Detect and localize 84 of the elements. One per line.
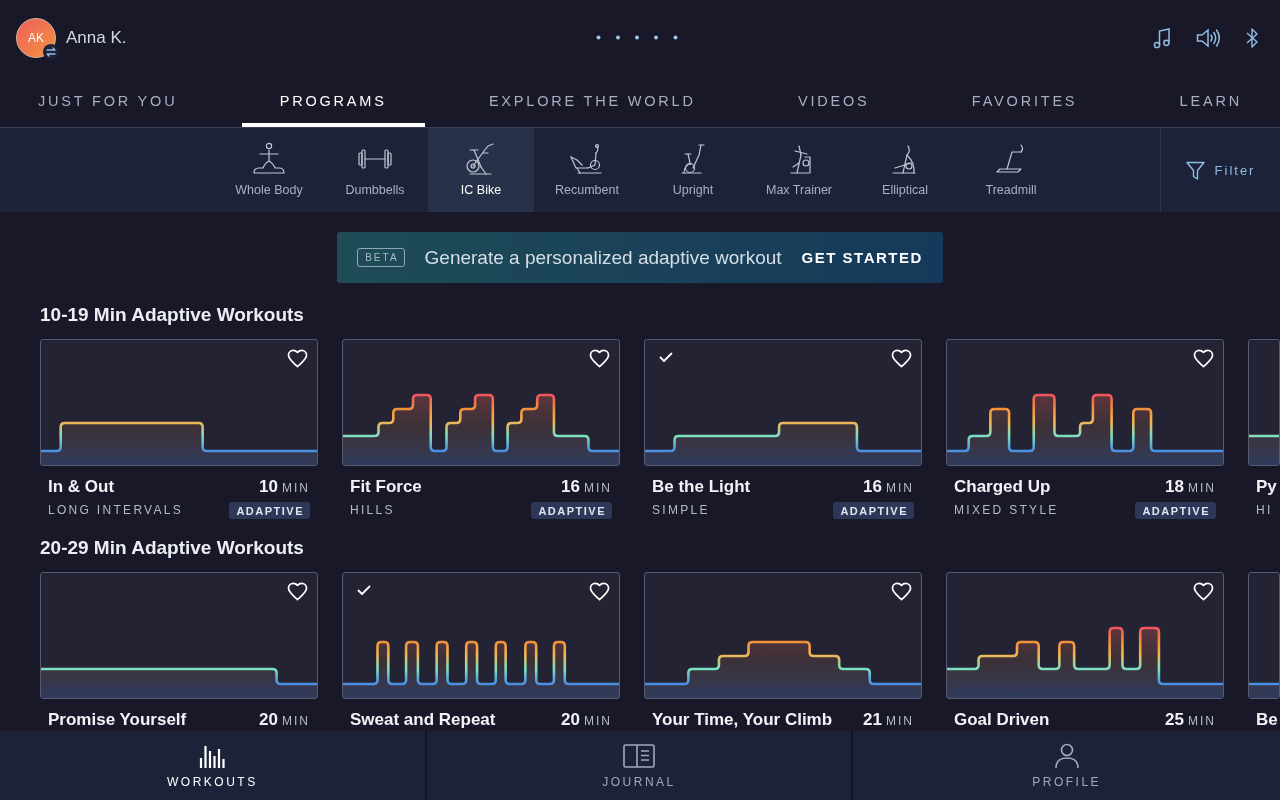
duration-unit: MIN: [282, 714, 310, 728]
equipment-tab[interactable]: Max Trainer: [746, 128, 852, 212]
heart-icon[interactable]: [287, 582, 308, 601]
workout-preview[interactable]: [946, 572, 1224, 699]
workout-category: SIMPLE: [652, 503, 710, 517]
workout-preview[interactable]: [40, 339, 318, 466]
workout-preview[interactable]: [342, 339, 620, 466]
heart-icon[interactable]: [891, 582, 912, 601]
bottom-nav-tab[interactable]: JOURNAL: [426, 731, 854, 800]
swap-arrows-icon[interactable]: [43, 43, 59, 60]
equipment-tab[interactable]: Recumbent: [534, 128, 640, 212]
get-started-button[interactable]: GET STARTED: [801, 249, 923, 266]
bottom-nav-tab[interactable]: PROFILE: [853, 731, 1280, 800]
speaker-icon[interactable]: [1196, 26, 1221, 49]
workout-category: LONG INTERVALS: [48, 503, 184, 517]
duration-value: 16: [561, 477, 580, 497]
workout-title: Be the Light: [652, 477, 751, 497]
duration-value: 20: [259, 710, 278, 730]
duration-value: 25: [1165, 710, 1184, 730]
equipment-tab[interactable]: Elliptical: [852, 128, 958, 212]
user-name: Anna K.: [66, 27, 127, 48]
filter-icon: [1185, 160, 1205, 180]
duration-value: 21: [863, 710, 882, 730]
workout-title: Your Time, Your Climb: [652, 710, 833, 730]
category-tab[interactable]: EXPLORE THE WORLD: [450, 75, 734, 127]
heart-icon[interactable]: [891, 349, 912, 368]
duration-value: 16: [863, 477, 882, 497]
workout-preview[interactable]: [644, 572, 922, 699]
workout-category: MIXED STYLE: [954, 503, 1059, 517]
intensity-graph: [1249, 682, 1279, 698]
equipment-tab[interactable]: Whole Body: [216, 128, 322, 212]
heart-icon[interactable]: [1193, 349, 1214, 368]
workout-title: Goal Driven: [954, 710, 1050, 730]
duration-unit: MIN: [886, 481, 914, 495]
duration-value: 18: [1165, 477, 1184, 497]
workout-category: HILLS: [350, 503, 395, 517]
book-icon: [623, 743, 655, 769]
equipment-tab[interactable]: Upright: [640, 128, 746, 212]
workout-preview[interactable]: [644, 339, 922, 466]
workout-title: Fit Force: [350, 477, 422, 497]
workout-badge: ADAPTIVE: [1135, 501, 1216, 519]
bars-icon: [199, 743, 226, 769]
beta-badge: BETA: [357, 248, 405, 267]
equipment-tab[interactable]: Treadmill: [958, 128, 1064, 212]
workout-title: Be: [1256, 710, 1278, 730]
category-tab[interactable]: LEARN: [1141, 75, 1280, 127]
heart-icon[interactable]: [589, 582, 610, 601]
bottom-nav-tab[interactable]: WORKOUTS: [0, 731, 427, 800]
duration-unit: MIN: [584, 481, 612, 495]
heart-icon[interactable]: [589, 349, 610, 368]
workout-badge: ADAPTIVE: [531, 501, 612, 519]
workout-title: Py: [1256, 477, 1277, 497]
workout-title: Promise Yourself: [48, 710, 187, 730]
workout-preview[interactable]: [946, 339, 1224, 466]
category-tab[interactable]: VIDEOS: [760, 75, 908, 127]
workout-badge: ADAPTIVE: [833, 501, 914, 519]
duration-unit: MIN: [886, 714, 914, 728]
workout-title: Sweat and Repeat: [350, 710, 496, 730]
banner-text: Generate a personalized adaptive workout: [424, 246, 782, 269]
person-icon: [1053, 743, 1080, 769]
section-title: 20-29 Min Adaptive Workouts: [40, 536, 305, 560]
intensity-graph: [1249, 434, 1279, 465]
equipment-tab[interactable]: Dumbbells: [322, 128, 428, 212]
duration-unit: MIN: [1188, 714, 1216, 728]
bluetooth-icon[interactable]: [1246, 26, 1258, 49]
category-tab[interactable]: FAVORITES: [933, 75, 1116, 127]
category-tab[interactable]: JUST FOR YOU: [0, 75, 216, 127]
heart-icon[interactable]: [1193, 582, 1214, 601]
filter-button[interactable]: Filter: [1160, 128, 1280, 212]
workout-title: In & Out: [48, 477, 115, 497]
music-note-icon[interactable]: [1151, 26, 1171, 49]
duration-value: 20: [561, 710, 580, 730]
workout-title: Charged Up: [954, 477, 1051, 497]
duration-unit: MIN: [282, 481, 310, 495]
heart-icon[interactable]: [287, 349, 308, 368]
workout-category: HI: [1256, 503, 1273, 517]
equipment-tab[interactable]: IC Bike: [428, 128, 534, 212]
workout-preview[interactable]: [342, 572, 620, 699]
workout-badge: ADAPTIVE: [229, 501, 310, 519]
duration-unit: MIN: [1188, 481, 1216, 495]
duration-unit: MIN: [584, 714, 612, 728]
section-title: 10-19 Min Adaptive Workouts: [40, 303, 305, 327]
page-dots-icon: [596, 35, 678, 40]
duration-value: 10: [259, 477, 278, 497]
